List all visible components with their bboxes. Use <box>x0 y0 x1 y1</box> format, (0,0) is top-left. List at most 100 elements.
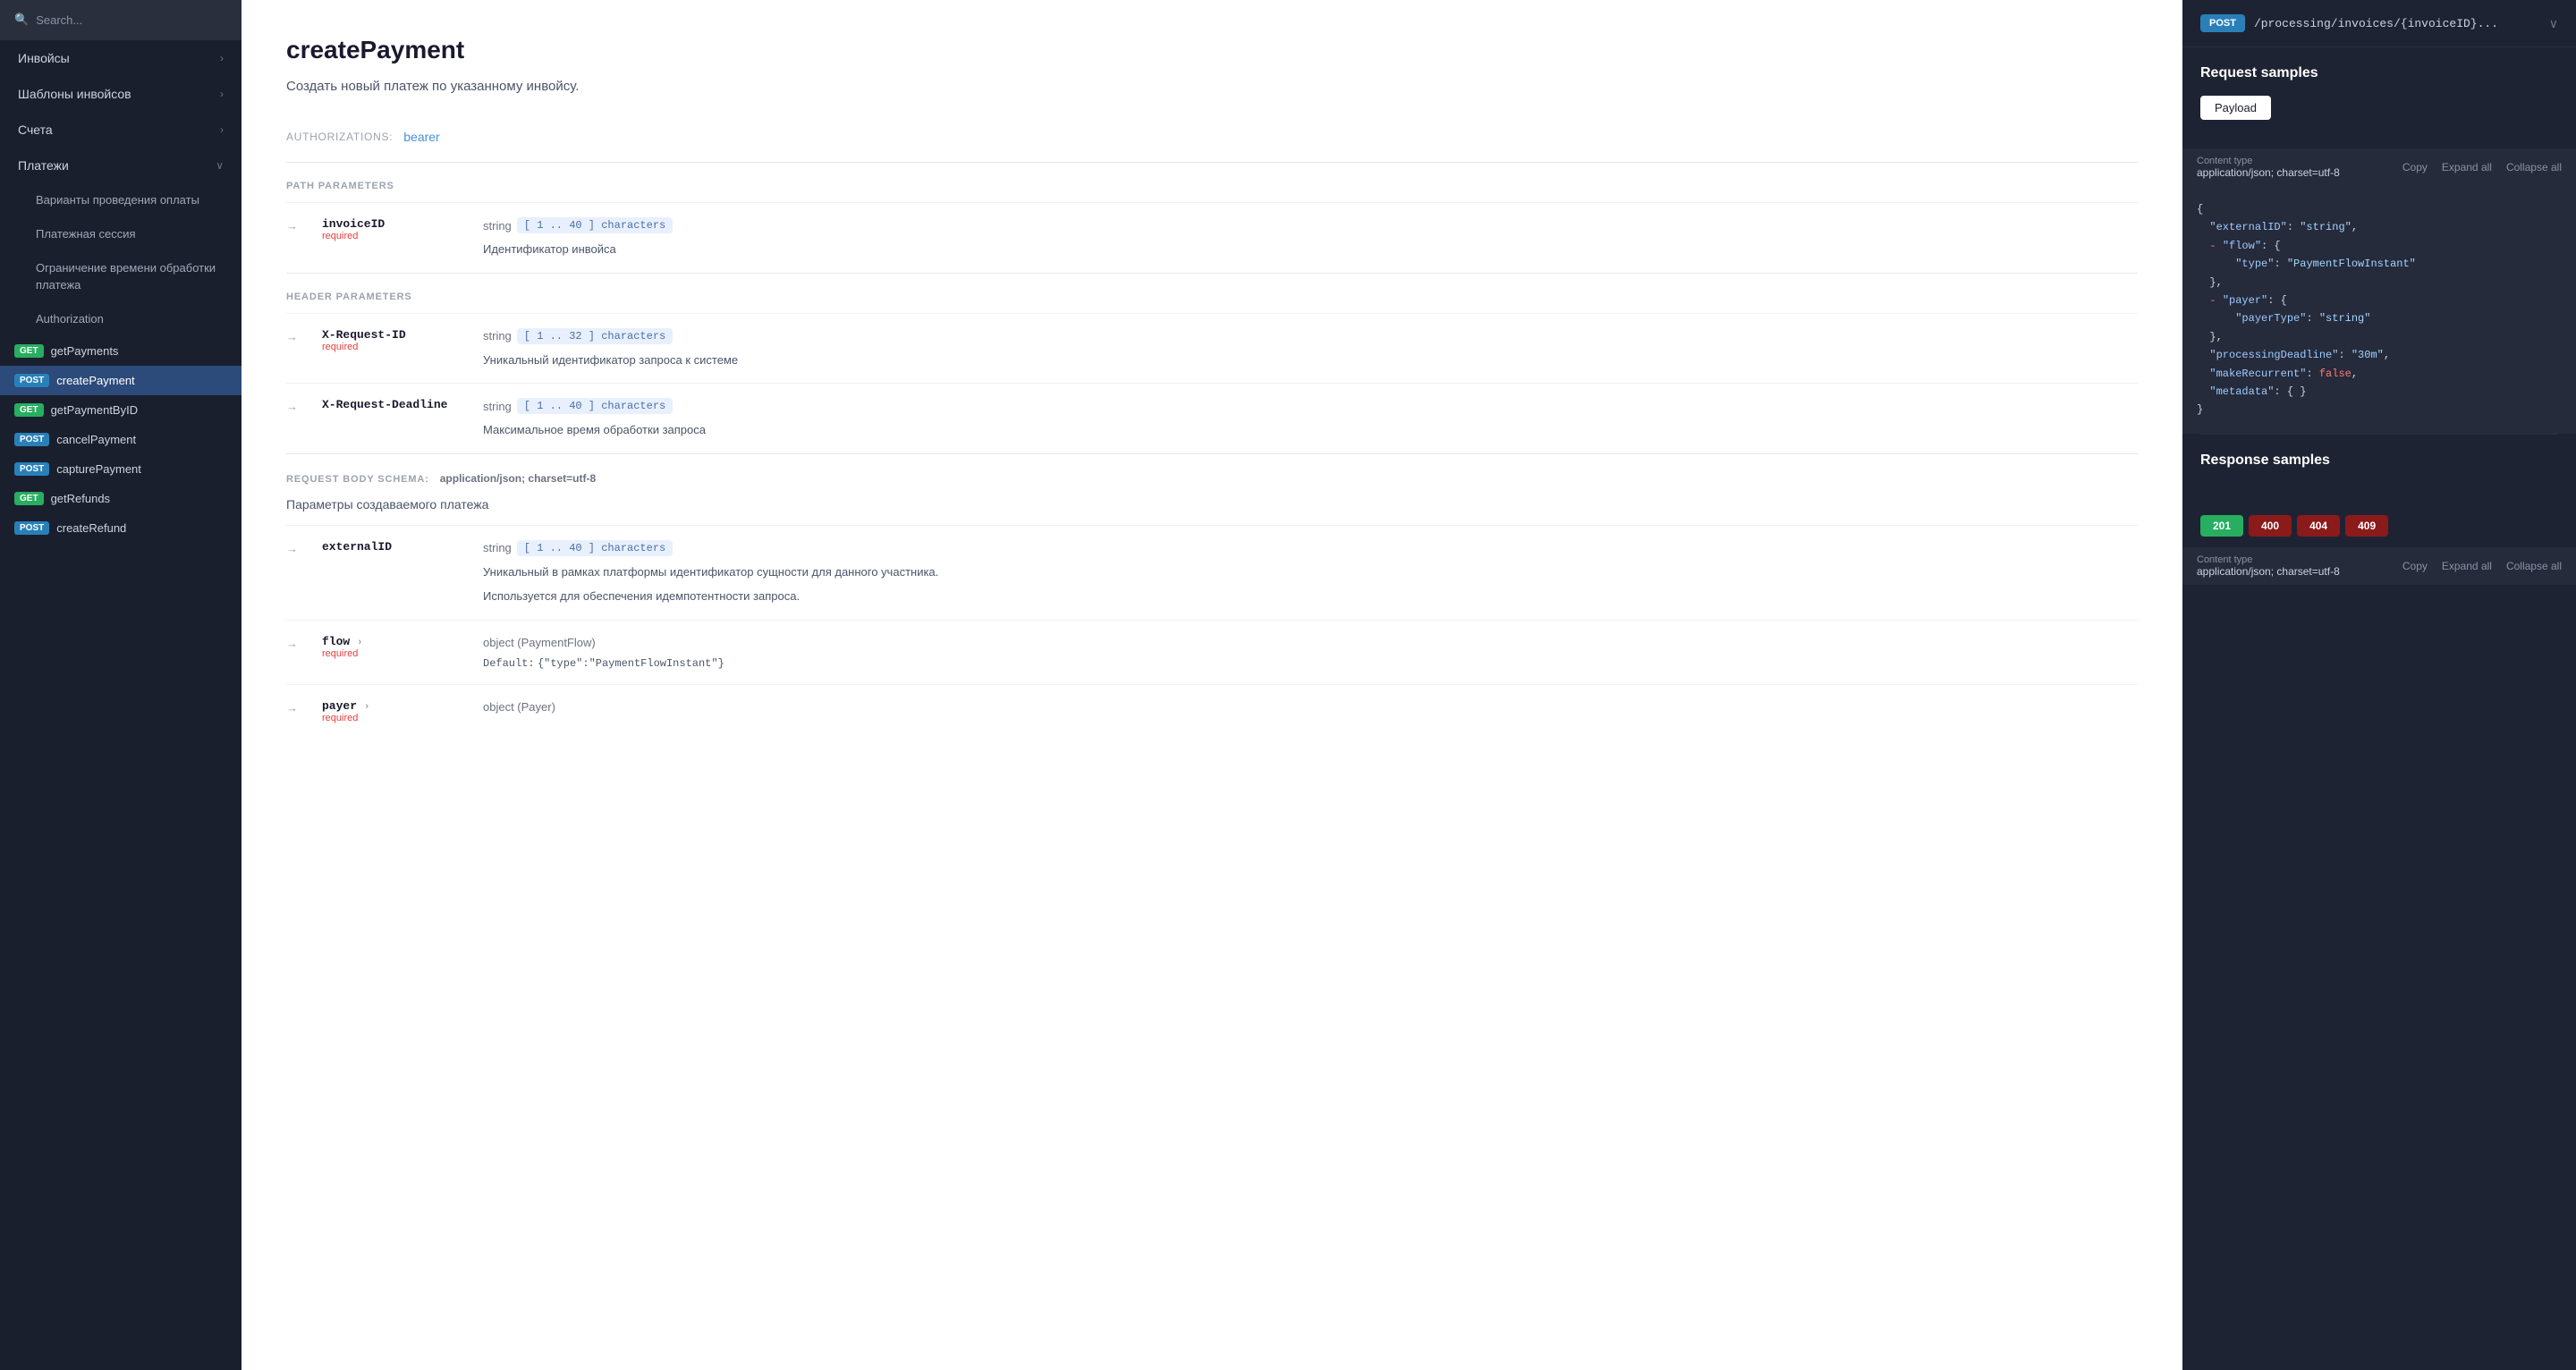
request-code-actions: Copy Expand all Collapse all <box>2402 161 2562 173</box>
param-payer-type-label: object (Payer) <box>483 700 555 714</box>
param-xrequestdeadline-constraint: [ 1 .. 40 ] characters <box>517 398 673 414</box>
response-tab-bar: 201 400 404 409 <box>2182 501 2576 537</box>
sidebar-endpoint-getrefunds[interactable]: GET getRefunds <box>0 484 242 513</box>
sidebar-sub-session[interactable]: Платежная сессия <box>0 217 242 251</box>
param-payer-required: required <box>322 713 465 723</box>
param-flow-info: object (PaymentFlow) Default: {"type":"P… <box>483 635 2138 670</box>
sidebar-endpoint-cancelpayment[interactable]: POST cancelPayment <box>0 425 242 454</box>
param-arrow-icon: → <box>286 219 304 233</box>
resp-tab-404[interactable]: 404 <box>2297 515 2340 537</box>
page-title: createPayment <box>286 36 2138 64</box>
request-content-type-label: Content type <box>2197 156 2340 166</box>
sidebar-endpoint-createpayment-label: createPayment <box>56 374 134 387</box>
sidebar-endpoint-capturepayment[interactable]: POST capturePayment <box>0 454 242 484</box>
badge-post-createpayment: POST <box>14 374 49 387</box>
param-payer: → payer › required object (Payer) <box>286 684 2138 738</box>
sidebar: 🔍 Search... Инвойсы › Шаблоны инвойсов ›… <box>0 0 242 1370</box>
sidebar-item-invoices-label: Инвойсы <box>18 51 220 65</box>
sidebar-endpoint-createrefund[interactable]: POST createRefund <box>0 513 242 543</box>
sidebar-item-invoices[interactable]: Инвойсы › <box>0 40 242 76</box>
sidebar-endpoint-getpaymentbyid[interactable]: GET getPaymentByID <box>0 395 242 425</box>
param-xrequestid-required: required <box>322 342 465 352</box>
endpoint-bar: POST /processing/invoices/{invoiceID}...… <box>2182 0 2576 47</box>
expand-all-button[interactable]: Expand all <box>2442 161 2492 173</box>
request-code-header: Content type application/json; charset=u… <box>2182 148 2576 186</box>
auth-link[interactable]: bearer <box>403 130 439 144</box>
endpoint-path: /processing/invoices/{invoiceID}... <box>2254 17 2540 30</box>
request-content-type: Content type application/json; charset=u… <box>2197 156 2340 179</box>
sidebar-item-payments-label: Платежи <box>18 158 216 173</box>
param-externalid-desc1: Уникальный в рамках платформы идентифика… <box>483 563 2138 581</box>
chevron-right-icon: › <box>220 52 224 64</box>
param-arrow-icon: → <box>286 330 304 343</box>
sidebar-endpoint-getpayments-label: getPayments <box>51 344 119 358</box>
param-xrequestdeadline-type: string [ 1 .. 40 ] characters <box>483 398 673 414</box>
param-arrow-icon: → <box>286 701 304 715</box>
chevron-right-icon: › <box>220 88 224 100</box>
param-xrequestid-type: string [ 1 .. 32 ] characters <box>483 328 673 344</box>
sidebar-sub-timelimit[interactable]: Ограничение времени обработки платежа <box>0 251 242 301</box>
chevron-right-icon: › <box>220 123 224 136</box>
search-bar[interactable]: 🔍 Search... <box>0 0 242 40</box>
param-payer-type: object (Payer) <box>483 700 555 714</box>
badge-post-capturepayment: POST <box>14 462 49 476</box>
resp-tab-201[interactable]: 201 <box>2200 515 2243 537</box>
resp-tab-400[interactable]: 400 <box>2249 515 2292 537</box>
param-invoiceid-info: string [ 1 .. 40 ] characters Идентифика… <box>483 217 2138 258</box>
param-arrow-icon: → <box>286 637 304 650</box>
param-arrow-icon: → <box>286 400 304 413</box>
sidebar-item-payments[interactable]: Платежи ∨ <box>0 148 242 183</box>
param-externalid-desc2: Используется для обеспечения идемпотентн… <box>483 588 2138 605</box>
sidebar-sub-authorization[interactable]: Authorization <box>0 302 242 336</box>
chevron-down-icon: ∨ <box>216 159 224 172</box>
param-xrequestid-info: string [ 1 .. 32 ] characters Уникальный… <box>483 328 2138 369</box>
param-flow-name: flow › <box>322 635 465 648</box>
copy-button[interactable]: Copy <box>2402 161 2428 173</box>
param-externalid-type: string [ 1 .. 40 ] characters <box>483 540 673 556</box>
collapse-all-button[interactable]: Collapse all <box>2506 161 2562 173</box>
sidebar-sub-variants-label: Варианты проведения оплаты <box>36 193 199 207</box>
param-invoiceid-type: string [ 1 .. 40 ] characters <box>483 217 673 233</box>
response-samples-title: Response samples <box>2200 452 2558 469</box>
response-content-type-label: Content type <box>2197 554 2340 565</box>
param-xrequestid-type-label: string <box>483 329 512 342</box>
sidebar-item-templates-label: Шаблоны инвойсов <box>18 87 220 101</box>
sidebar-sub-variants[interactable]: Варианты проведения оплаты <box>0 183 242 217</box>
param-invoiceid-name: invoiceID <box>322 217 465 231</box>
param-xrequestdeadline-info: string [ 1 .. 40 ] characters Максимальн… <box>483 398 2138 439</box>
param-invoiceid-desc: Идентификатор инвойса <box>483 241 2138 258</box>
response-collapse-all-button[interactable]: Collapse all <box>2506 560 2562 572</box>
param-invoiceid-type-label: string <box>483 219 512 233</box>
param-xrequestdeadline: → X-Request-Deadline string [ 1 .. 40 ] … <box>286 383 2138 453</box>
response-code-actions: Copy Expand all Collapse all <box>2402 560 2562 572</box>
response-expand-all-button[interactable]: Expand all <box>2442 560 2492 572</box>
param-externalid: → externalID string [ 1 .. 40 ] characte… <box>286 525 2138 620</box>
param-xrequestid: → X-Request-ID required string [ 1 .. 32… <box>286 313 2138 384</box>
sidebar-item-templates[interactable]: Шаблоны инвойсов › <box>0 76 242 112</box>
response-code-header: Content type application/json; charset=u… <box>2182 547 2576 585</box>
chevron-down-icon[interactable]: ∨ <box>2549 16 2558 31</box>
response-copy-button[interactable]: Copy <box>2402 560 2428 572</box>
header-params-section-label: HEADER PARAMETERS <box>286 273 2138 302</box>
param-flow-type: object (PaymentFlow) <box>483 636 596 649</box>
param-flow-type-label: object (PaymentFlow) <box>483 636 596 649</box>
param-flow-required: required <box>322 648 465 659</box>
request-content-type-value: application/json; charset=utf-8 <box>2197 166 2340 179</box>
sidebar-endpoint-getpayments[interactable]: GET getPayments <box>0 336 242 366</box>
sidebar-endpoint-getrefunds-label: getRefunds <box>51 492 111 505</box>
auth-label: AUTHORIZATIONS: <box>286 131 393 143</box>
param-externalid-constraint: [ 1 .. 40 ] characters <box>517 540 673 556</box>
badge-get-getpaymentbyid: GET <box>14 403 44 417</box>
sidebar-endpoint-createpayment[interactable]: POST createPayment <box>0 366 242 395</box>
tab-payload[interactable]: Payload <box>2200 96 2271 120</box>
param-xrequestid-constraint: [ 1 .. 32 ] characters <box>517 328 673 344</box>
body-label: REQUEST BODY SCHEMA: <box>286 474 429 485</box>
badge-get-getpayments: GET <box>14 344 44 358</box>
sidebar-sub-authorization-label: Authorization <box>36 312 104 326</box>
badge-get-getrefunds: GET <box>14 492 44 505</box>
badge-post-createrefund: POST <box>14 521 49 535</box>
body-section-label: REQUEST BODY SCHEMA: application/json; c… <box>286 453 2138 485</box>
search-label: Search... <box>36 13 82 27</box>
resp-tab-409[interactable]: 409 <box>2345 515 2388 537</box>
sidebar-item-accounts[interactable]: Счета › <box>0 112 242 148</box>
